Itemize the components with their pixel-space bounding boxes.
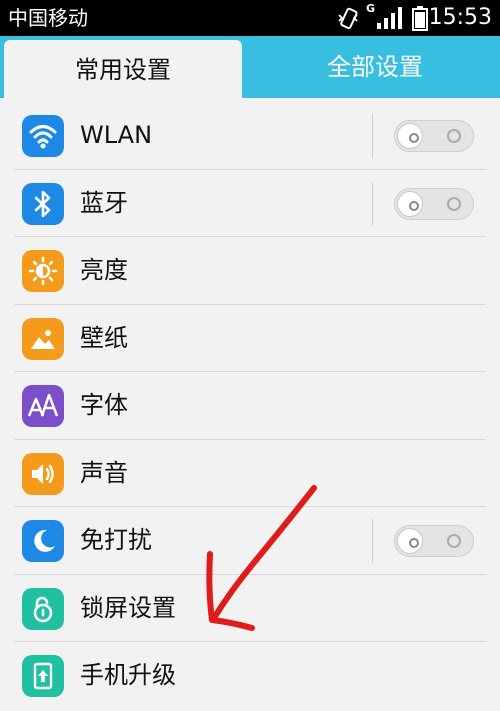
- battery-icon: [412, 6, 428, 31]
- wifi-icon: [22, 115, 64, 157]
- tab-bar: 常用设置 全部设置: [0, 36, 500, 98]
- settings-item-label: 壁纸: [80, 323, 128, 352]
- settings-item-system-update[interactable]: 手机升级: [14, 642, 486, 710]
- settings-item-label: 锁屏设置: [80, 593, 176, 622]
- settings-item-wlan[interactable]: WLAN: [14, 102, 486, 170]
- settings-item-font[interactable]: 字体: [14, 372, 486, 440]
- settings-item-label: 亮度: [80, 256, 128, 284]
- settings-item-brightness[interactable]: 亮度: [14, 237, 486, 305]
- sound-icon: [22, 452, 64, 495]
- upgrade-icon: [22, 655, 64, 697]
- divider: [372, 114, 373, 158]
- vibrate-icon: [338, 7, 358, 30]
- annotation-arrow: [206, 485, 317, 631]
- brightness-icon: [22, 250, 64, 292]
- tab-all-settings[interactable]: 全部设置: [250, 36, 500, 98]
- wallpaper-icon: [22, 317, 64, 360]
- clock: 15:53: [428, 5, 492, 30]
- divider: [372, 519, 373, 563]
- tab-common-settings[interactable]: 常用设置: [4, 40, 242, 98]
- settings-item-label: 手机升级: [80, 661, 176, 689]
- wlan-toggle[interactable]: [394, 120, 474, 152]
- signal-icon: [377, 7, 402, 29]
- font-icon: [22, 385, 64, 427]
- unlock-icon: [22, 587, 64, 630]
- bluetooth-icon: [22, 182, 64, 225]
- moon-icon: [22, 520, 64, 562]
- status-bar: 中国移动 G 15:53: [0, 0, 500, 36]
- divider: [372, 181, 373, 226]
- settings-item-label: 声音: [80, 458, 128, 487]
- network-type: G: [366, 2, 376, 15]
- do-not-disturb-toggle[interactable]: [394, 525, 474, 557]
- bluetooth-toggle[interactable]: [394, 187, 474, 220]
- settings-item-label: 字体: [80, 391, 128, 419]
- settings-item-label: 蓝牙: [80, 188, 128, 217]
- settings-item-wallpaper[interactable]: 壁纸: [14, 304, 486, 372]
- settings-item-bluetooth[interactable]: 蓝牙: [14, 169, 486, 237]
- settings-item-label: WLAN: [80, 121, 153, 149]
- settings-item-label: 免打扰: [80, 526, 152, 554]
- carrier-name: 中国移动: [8, 6, 88, 30]
